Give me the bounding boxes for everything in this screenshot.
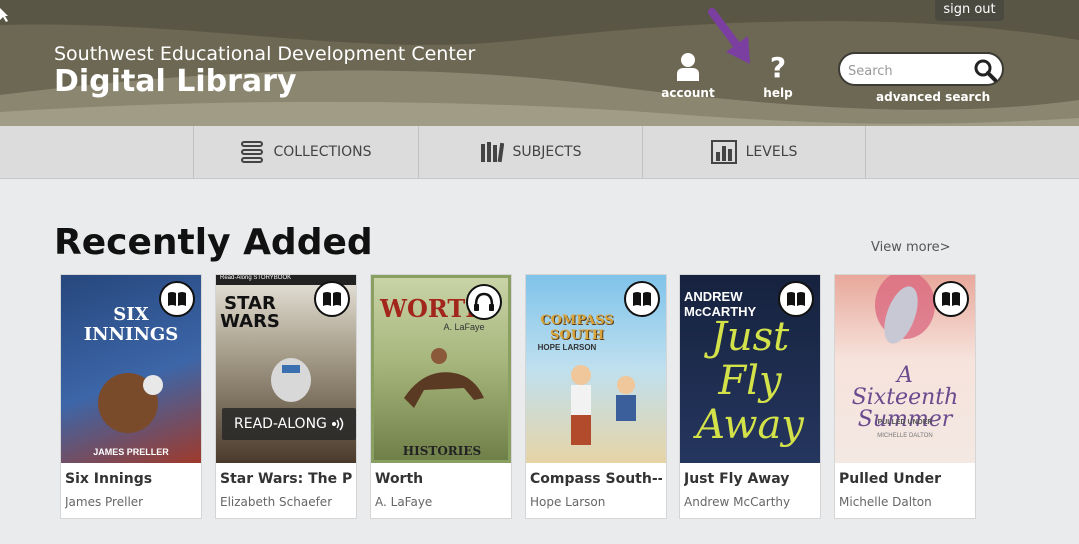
book-card[interactable]: A Sixteenth Summer PULLED UNDER MICHELLE…	[834, 274, 976, 519]
cover-art	[404, 348, 484, 408]
cover-author: MICHELLE DALTON	[877, 433, 933, 439]
badge	[314, 281, 350, 317]
book-title[interactable]: Six Innings	[65, 471, 197, 487]
read-along-label: READ-ALONG	[222, 408, 356, 440]
book-icon	[168, 292, 186, 306]
book-title[interactable]: Compass South--A Graphic Novel	[530, 471, 662, 487]
cover-subtitle: A. LaFaye	[443, 322, 485, 332]
book-icon	[633, 292, 651, 306]
main-nav: COLLECTIONS SUBJECTS LEVELS	[0, 126, 1079, 179]
question-mark-icon: ?	[770, 52, 786, 82]
bar-levels-icon	[710, 140, 737, 164]
book-card[interactable]: ANDREW McCARTHY Just Fly Away Just Fly A…	[679, 274, 821, 519]
book-title[interactable]: Star Wars: The Phantom Menace	[220, 471, 352, 487]
book-title[interactable]: Worth	[375, 471, 507, 487]
nav-subjects-label: SUBJECTS	[512, 144, 582, 160]
account-label: account	[661, 86, 715, 100]
site-header: Southwest Educational Development Center…	[0, 0, 1079, 126]
nav-levels[interactable]: LEVELS	[642, 126, 866, 178]
book-author: A. LaFaye	[375, 495, 433, 509]
book-card[interactable]: COMPASS SOUTH HOPE LARSON Compass South-…	[525, 274, 667, 519]
cover-subtitle: HOPE LARSON	[537, 343, 597, 352]
book-author: Hope Larson	[530, 495, 606, 509]
book-card[interactable]: SIX INNINGS JAMES PRELLER Six Innings Ja…	[60, 274, 202, 519]
book-author: James Preller	[65, 495, 144, 509]
cursor-icon	[0, 8, 8, 22]
badge	[159, 281, 195, 317]
brand-subtitle: Southwest Educational Development Center	[54, 43, 476, 65]
book-icon	[787, 292, 805, 306]
nav-collections[interactable]: COLLECTIONS	[193, 126, 418, 178]
help-label: help	[763, 86, 793, 100]
book-author: Elizabeth Schaefer	[220, 495, 333, 509]
audio-wave-icon	[332, 417, 344, 431]
book-author: Michelle Dalton	[839, 495, 932, 509]
book-title[interactable]: Just Fly Away	[684, 471, 816, 487]
badge	[466, 284, 502, 320]
books-icon	[480, 142, 504, 163]
search-box	[838, 52, 1004, 86]
advanced-search-link[interactable]: advanced search	[876, 90, 990, 104]
cover-bottom-text: HISTORIES	[402, 444, 482, 458]
book-card[interactable]: Read-Along STORYBOOK STAR WARS READ-ALON…	[215, 274, 357, 519]
book-icon	[323, 292, 341, 306]
book-cover[interactable]: ANDREW McCARTHY Just Fly Away	[680, 275, 820, 463]
book-cover[interactable]: COMPASS SOUTH HOPE LARSON	[526, 275, 666, 463]
svg-text:?: ?	[770, 52, 786, 82]
cover-art	[571, 365, 636, 445]
search-input[interactable]	[846, 60, 976, 82]
book-author: Andrew McCarthy	[684, 495, 791, 509]
cover-title: COMPASS SOUTH	[540, 313, 614, 343]
cover-title: WORTH	[380, 294, 488, 323]
nav-levels-label: LEVELS	[745, 144, 798, 160]
brand-title[interactable]: Digital Library	[54, 64, 297, 99]
book-cover[interactable]: A Sixteenth Summer PULLED UNDER MICHELLE…	[835, 275, 975, 463]
book-card[interactable]: WORTH A. LaFaye HISTORIES Worth A. LaFay…	[370, 274, 512, 519]
badge	[778, 281, 814, 317]
cover-title: STAR WARS	[220, 293, 280, 332]
cover-author: JAMES PRELLER	[93, 447, 169, 457]
cover-art	[271, 358, 311, 402]
cover-title: Just Fly Away	[696, 314, 804, 448]
cover-art	[98, 373, 163, 433]
stack-icon	[241, 141, 264, 163]
view-more-link[interactable]: View more>	[871, 240, 951, 255]
badge	[933, 281, 969, 317]
cover-subtitle: PULLED UNDER	[877, 419, 933, 426]
book-cover[interactable]: Read-Along STORYBOOK STAR WARS READ-ALON…	[216, 275, 356, 463]
search-icon[interactable]	[973, 58, 997, 82]
section-title: Recently Added	[54, 222, 373, 263]
sign-out-button[interactable]: sign out	[935, 0, 1004, 21]
book-cover[interactable]: WORTH A. LaFaye HISTORIES	[371, 275, 511, 463]
nav-collections-label: COLLECTIONS	[273, 144, 372, 160]
user-icon	[677, 53, 699, 81]
nav-subjects[interactable]: SUBJECTS	[418, 126, 642, 178]
badge	[624, 281, 660, 317]
annotation-arrow-icon	[708, 8, 750, 64]
read-along-text: READ-ALONG	[234, 416, 327, 432]
book-cover[interactable]: SIX INNINGS JAMES PRELLER	[61, 275, 201, 463]
headphones-icon	[474, 292, 494, 311]
book-title[interactable]: Pulled Under	[839, 471, 971, 487]
book-icon	[942, 292, 960, 306]
